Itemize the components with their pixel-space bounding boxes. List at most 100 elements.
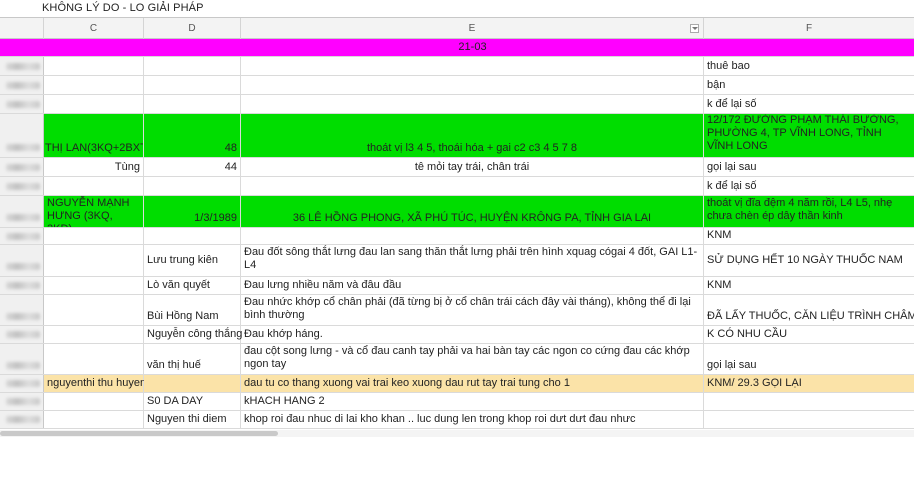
- cell-e[interactable]: Đau nhức khớp cổ chân phải (đã từng bị ở…: [241, 295, 704, 325]
- row-header[interactable]: [0, 95, 44, 113]
- cell-d[interactable]: Nguyễn công thắng: [144, 326, 242, 343]
- cell-c[interactable]: Tùng: [44, 158, 144, 176]
- cell-c[interactable]: [44, 245, 144, 276]
- table-row[interactable]: Nguyen thi diem khop roi đau nhuc di lai…: [0, 411, 914, 429]
- cell-e[interactable]: Đau khớp háng.: [241, 326, 704, 343]
- cell-c[interactable]: [44, 177, 144, 195]
- cell-c[interactable]: [44, 228, 144, 244]
- cell-f[interactable]: k để lại số: [704, 95, 914, 113]
- cell-d[interactable]: [144, 57, 241, 75]
- row-header[interactable]: [0, 326, 44, 343]
- cell-d[interactable]: [144, 375, 241, 392]
- cell-f[interactable]: KNM/ 29.3 GỌI LẠI: [704, 375, 914, 392]
- filter-dropdown-icon[interactable]: [690, 24, 699, 33]
- cell-c[interactable]: THỊ LAN(3KQ+2BXT): [44, 114, 144, 157]
- table-row[interactable]: 21-03: [0, 39, 914, 57]
- cell-f[interactable]: bận: [704, 76, 914, 94]
- row-header[interactable]: [0, 177, 44, 195]
- corner-cell[interactable]: [0, 18, 44, 39]
- cell-c[interactable]: [44, 295, 144, 325]
- row-header[interactable]: [0, 228, 44, 244]
- row-header[interactable]: [0, 375, 44, 392]
- table-row[interactable]: k để lại số: [0, 95, 914, 114]
- cell-f[interactable]: KNM: [704, 277, 914, 294]
- cell-c[interactable]: NGUYỄN MẠNH HƯNG (3KQ, 2KD): [44, 196, 144, 227]
- cell-d[interactable]: Lưu trung kiên: [144, 245, 241, 276]
- cell-e[interactable]: khop roi đau nhuc di lai kho khan .. luc…: [241, 411, 704, 428]
- cell-d[interactable]: 48: [144, 114, 241, 157]
- cell-f[interactable]: thoát vị đĩa đệm 4 năm rồi, L4 L5, nhẹ c…: [704, 196, 914, 227]
- table-row[interactable]: k để lại số: [0, 177, 914, 196]
- cell-c[interactable]: [44, 411, 144, 428]
- row-header[interactable]: [0, 344, 44, 374]
- table-row[interactable]: bận: [0, 76, 914, 95]
- cell-c[interactable]: [44, 95, 144, 113]
- row-header[interactable]: [0, 277, 44, 294]
- row-header[interactable]: [0, 393, 44, 410]
- row-header[interactable]: [0, 57, 44, 75]
- cell-d[interactable]: văn thị huế: [144, 344, 241, 374]
- cell-e[interactable]: tê mỏi tay trái, chân trái: [241, 158, 704, 176]
- column-header-e[interactable]: E: [241, 18, 704, 39]
- cell-d[interactable]: [144, 228, 241, 244]
- row-header[interactable]: [0, 158, 44, 176]
- scrollbar-thumb[interactable]: [0, 431, 278, 436]
- cell-f[interactable]: SỬ DỤNG HẾT 10 NGÀY THUỐC NAM: [704, 245, 914, 276]
- cell-f[interactable]: K CÓ NHU CẦU: [704, 326, 914, 343]
- row-header[interactable]: [0, 295, 44, 325]
- cell-f[interactable]: [704, 39, 914, 56]
- cell-f[interactable]: gọi lại sau: [704, 158, 914, 176]
- cell-d[interactable]: [144, 95, 241, 113]
- table-row[interactable]: THỊ LAN(3KQ+2BXT) 48 thoát vị l3 4 5, th…: [0, 114, 914, 158]
- column-header-c[interactable]: C: [44, 18, 144, 39]
- row-header[interactable]: [0, 411, 44, 428]
- cell-e[interactable]: 21-03: [241, 39, 704, 56]
- cell-e[interactable]: dau tu co thang xuong vai trai keo xuong…: [241, 375, 704, 392]
- row-header[interactable]: [0, 39, 44, 56]
- cell-f[interactable]: 12/172 ĐƯỜNG PHẠM THÁI BƯỜNG, PHƯỜNG 4, …: [704, 114, 914, 157]
- cell-d[interactable]: Lò văn quyết: [144, 277, 241, 294]
- cell-d[interactable]: 44: [144, 158, 241, 176]
- cell-d[interactable]: [144, 177, 241, 195]
- column-header-d[interactable]: D: [144, 18, 241, 39]
- row-header[interactable]: [0, 245, 44, 276]
- cell-e[interactable]: thoát vị l3 4 5, thoái hóa + gai c2 c3 4…: [241, 114, 704, 157]
- cell-f[interactable]: k để lại số: [704, 177, 914, 195]
- cell-e[interactable]: [241, 57, 704, 75]
- table-row[interactable]: văn thị huế đau cột song lưng - và cổ đa…: [0, 344, 914, 375]
- cell-d[interactable]: [144, 76, 241, 94]
- table-row[interactable]: Lưu trung kiên Đau đốt sông thắt lưng đa…: [0, 245, 914, 277]
- cell-e[interactable]: kHACH HANG 2: [241, 393, 704, 410]
- cell-c[interactable]: nguyenthi thu huyen: [44, 375, 146, 392]
- row-header[interactable]: [0, 114, 44, 157]
- column-header-f[interactable]: F: [704, 18, 914, 39]
- cell-f[interactable]: [704, 411, 914, 428]
- cell-f[interactable]: thuê bao: [704, 57, 914, 75]
- cell-f[interactable]: [704, 393, 914, 410]
- cell-c[interactable]: [44, 76, 144, 94]
- table-row[interactable]: KNM: [0, 228, 914, 245]
- table-row[interactable]: Nguyễn công thắng Đau khớp háng. K CÓ NH…: [0, 326, 914, 344]
- cell-e[interactable]: 36 LÊ HỒNG PHONG, XÃ PHÚ TÚC, HUYỆN KRÔN…: [241, 196, 704, 227]
- cell-c[interactable]: [44, 277, 144, 294]
- table-row[interactable]: thuê bao: [0, 57, 914, 76]
- cell-e[interactable]: [241, 228, 704, 244]
- cell-c[interactable]: [44, 326, 144, 343]
- cell-e[interactable]: [241, 76, 704, 94]
- row-header[interactable]: [0, 76, 44, 94]
- cell-f[interactable]: ĐÃ LẤY THUỐC, CĂN LIỆU TRÌNH CHÂM: [704, 295, 914, 325]
- horizontal-scrollbar[interactable]: [0, 430, 914, 437]
- cell-f[interactable]: gọi lại sau: [704, 344, 914, 374]
- cell-c[interactable]: [44, 39, 144, 56]
- table-row[interactable]: nguyenthi thu huyen dau tu co thang xuon…: [0, 375, 914, 393]
- cell-d[interactable]: Bùi Hồng Nam: [144, 295, 241, 325]
- cell-e[interactable]: Đau đốt sông thắt lưng đau lan sang thăn…: [241, 245, 704, 276]
- table-row[interactable]: S0 DA DAY kHACH HANG 2: [0, 393, 914, 411]
- cell-d[interactable]: Nguyen thi diem: [144, 411, 241, 428]
- table-row[interactable]: Tùng 44 tê mỏi tay trái, chân trái gọi l…: [0, 158, 914, 177]
- row-header[interactable]: [0, 196, 44, 227]
- cell-c[interactable]: [44, 393, 144, 410]
- cell-e[interactable]: [241, 177, 704, 195]
- cell-d[interactable]: 1/3/1989: [144, 196, 241, 227]
- cell-c[interactable]: [44, 57, 144, 75]
